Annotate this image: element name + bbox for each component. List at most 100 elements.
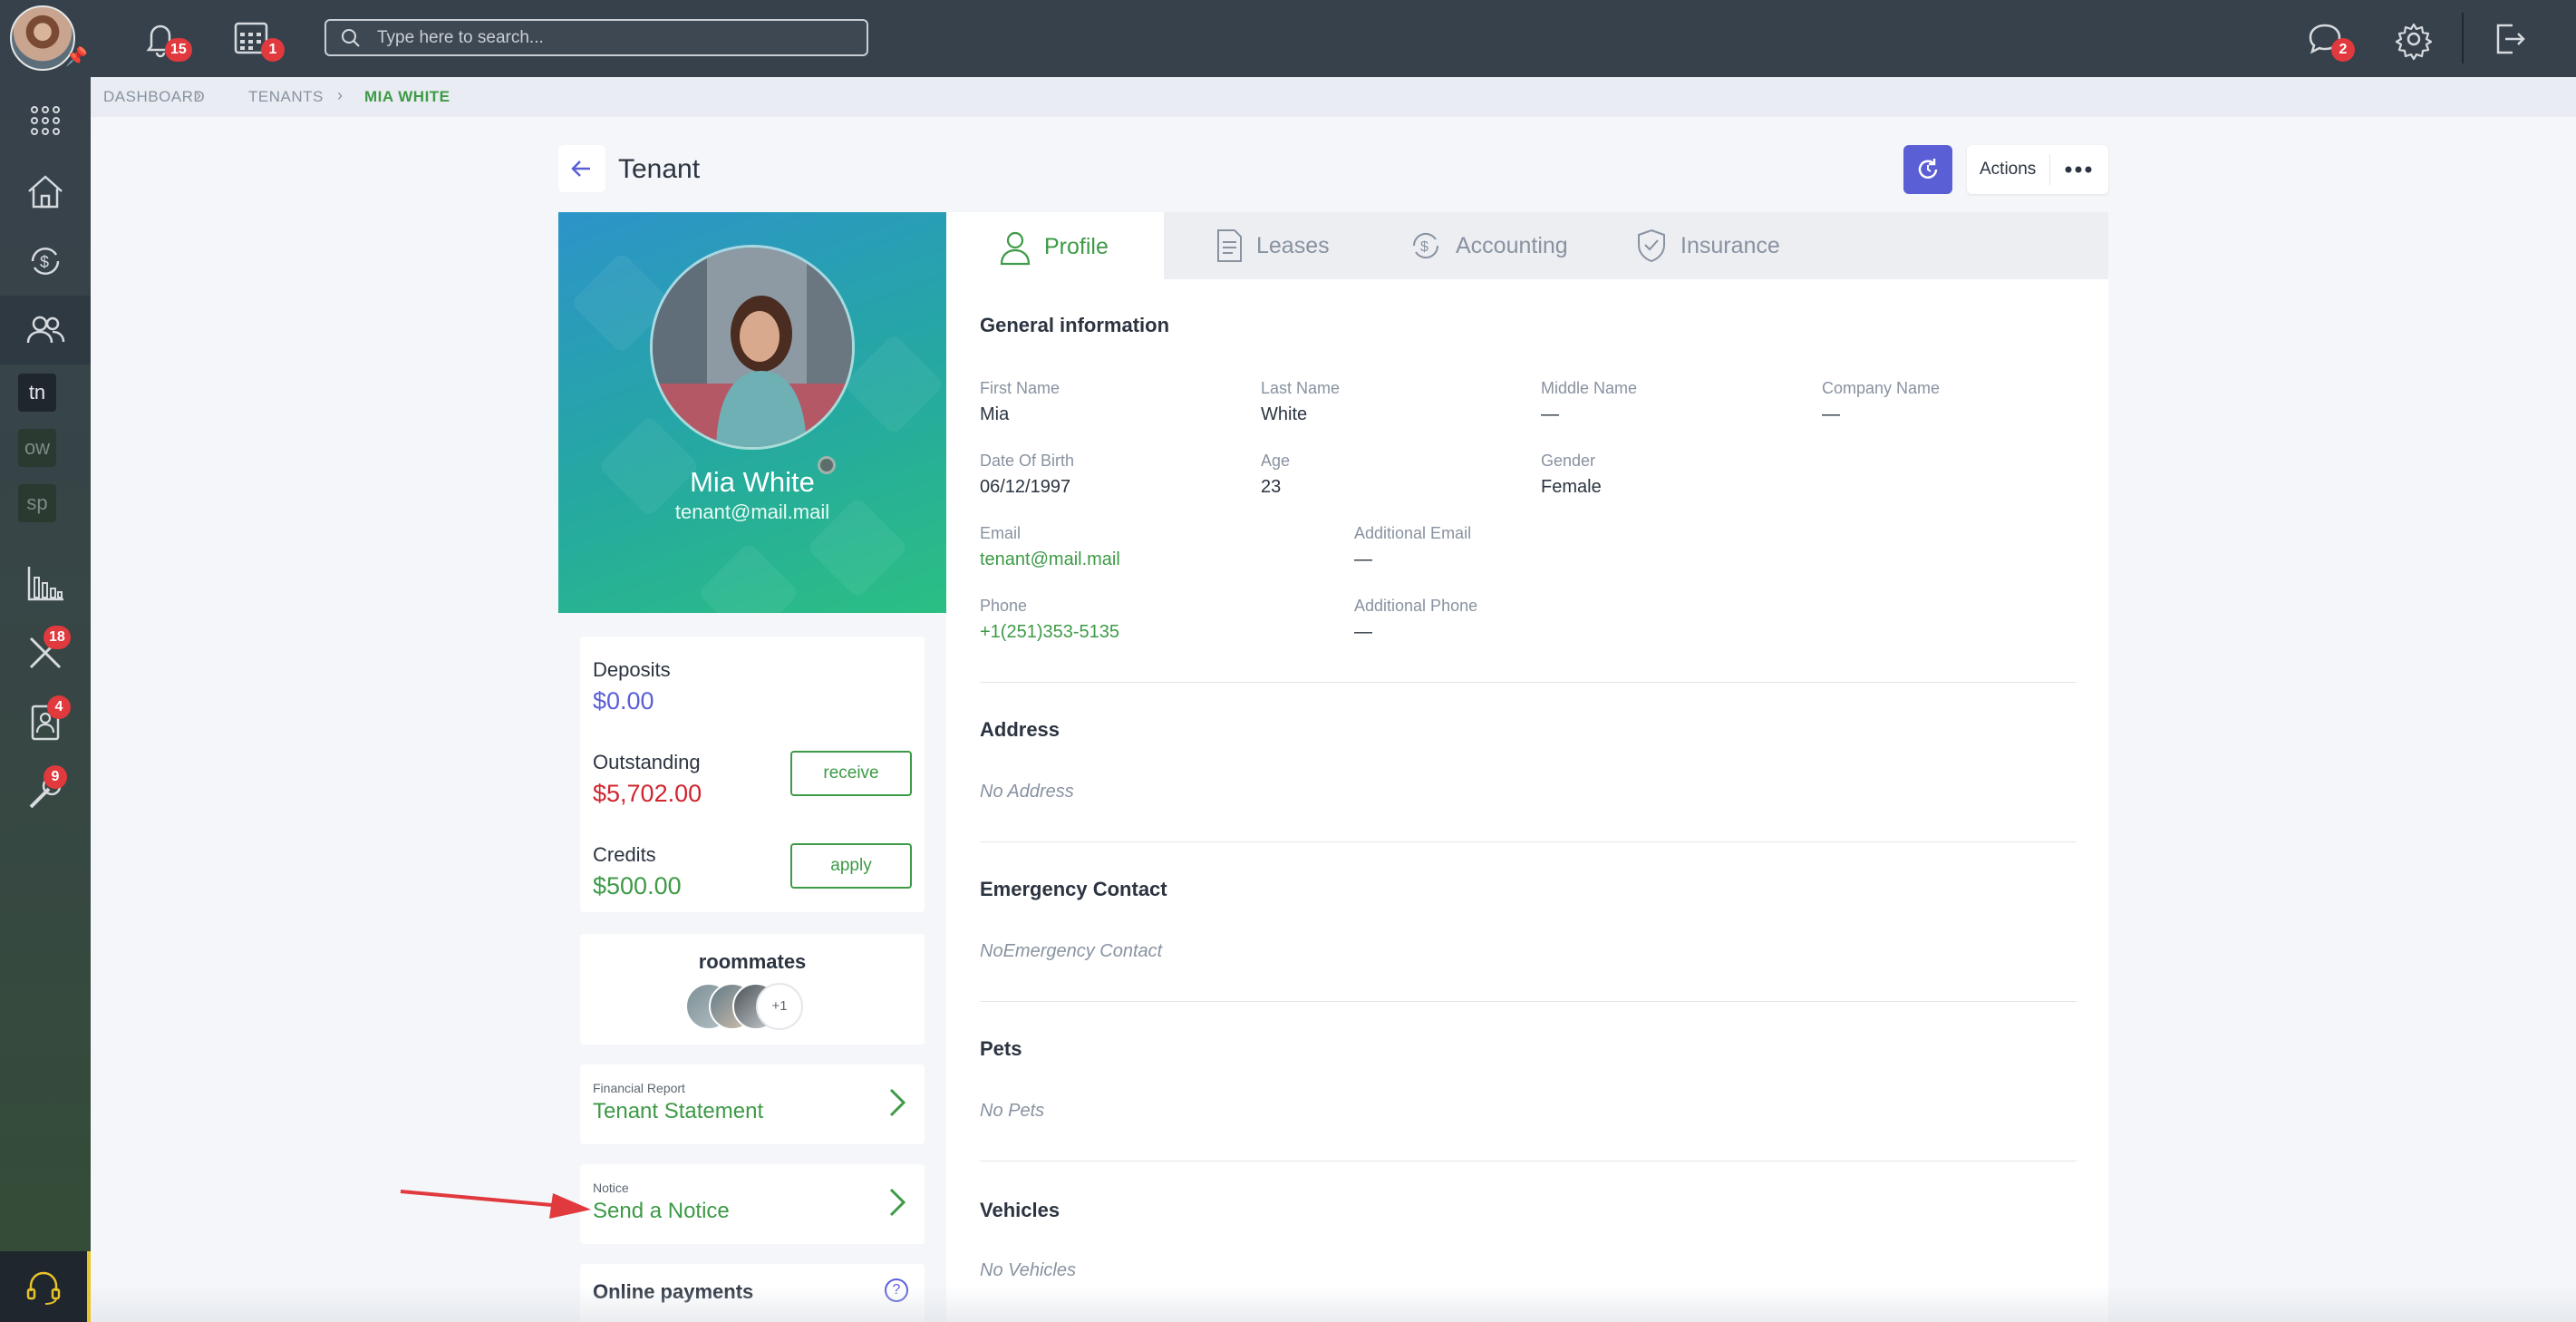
chevron-right-icon: [889, 1188, 906, 1217]
pin-icon[interactable]: 📌: [65, 45, 88, 68]
messages-button[interactable]: 2: [2302, 16, 2355, 62]
notifications-button[interactable]: 15: [138, 16, 192, 62]
search-input[interactable]: [377, 26, 848, 50]
sidebar-tag-label: sp: [26, 491, 48, 514]
finance-card: Deposits $0.00 Outstanding $5,702.00 rec…: [580, 637, 925, 912]
tab-leases[interactable]: Leases: [1215, 212, 1330, 279]
sidebar-item-accounting[interactable]: $: [0, 227, 91, 296]
svg-text:$: $: [1420, 239, 1428, 255]
send-notice-card[interactable]: Notice Send a Notice: [580, 1164, 925, 1244]
tab-label: Leases: [1256, 232, 1330, 258]
sidebar-item-contacts[interactable]: 4: [0, 688, 91, 757]
money-cycle-icon: $: [1412, 232, 1439, 259]
send-notice-link[interactable]: Send a Notice: [593, 1199, 730, 1224]
emergency-contact-title: Emergency Contact: [980, 878, 1167, 900]
dob-value: 06/12/1997: [980, 477, 1071, 497]
tenant-photo: [650, 245, 855, 450]
bottom-fade: [91, 1286, 2576, 1322]
actions-divider: [2049, 154, 2050, 185]
tools-badge: 9: [44, 765, 67, 789]
receive-button[interactable]: receive: [790, 751, 912, 796]
bar-chart-icon: [27, 567, 63, 601]
profile-panel: Profile Leases $ Accounting Insurance Ge…: [946, 212, 2108, 1322]
sidebar-item-properties[interactable]: [0, 157, 91, 226]
company-name-value: —: [1822, 404, 1840, 424]
gender-label: Gender: [1541, 452, 1596, 470]
breadcrumb-dashboard[interactable]: DASHBOARD: [103, 88, 205, 106]
tenant-statement-card[interactable]: Financial Report Tenant Statement: [580, 1064, 925, 1144]
vehicles-empty: No Vehicles: [980, 1260, 1076, 1280]
settings-button[interactable]: [2391, 16, 2436, 62]
svg-text:$: $: [40, 253, 49, 271]
decor-diamond: [697, 541, 800, 613]
age-value: 23: [1261, 477, 1282, 497]
contacts-badge: 4: [47, 695, 71, 719]
sidebar-item-maintenance[interactable]: 18: [0, 618, 91, 687]
calendar-button[interactable]: 1: [228, 16, 285, 62]
breadcrumb-separator: ›: [196, 86, 201, 104]
breadcrumb-current: MIA WHITE: [364, 88, 450, 105]
apps-grid-icon: [31, 106, 60, 135]
statement-link[interactable]: Tenant Statement: [593, 1099, 763, 1124]
breadcrumb: DASHBOARD › TENANTS › MIA WHITE: [91, 77, 2576, 117]
roommates-card: roommates +1: [580, 934, 925, 1045]
more-dots-icon: [2065, 166, 2092, 173]
credits-value: $500.00: [593, 872, 682, 899]
tab-bar: Profile Leases $ Accounting Insurance: [946, 212, 2108, 279]
search-icon: [342, 29, 360, 47]
section-divider: [980, 682, 2077, 683]
sidebar-item-ow[interactable]: ow: [18, 429, 56, 467]
profile-hero: Mia White tenant@mail.mail: [558, 212, 946, 613]
section-divider: [980, 841, 2077, 842]
gear-icon: [2395, 23, 2433, 61]
email-link[interactable]: tenant@mail.mail: [980, 549, 1120, 570]
calendar-badge: 1: [261, 38, 285, 62]
age-label: Age: [1261, 452, 1291, 470]
sidebar-tag-label: ow: [24, 436, 51, 459]
tenant-email[interactable]: tenant@mail.mail: [558, 501, 946, 524]
messages-badge: 2: [2331, 38, 2355, 62]
phone-link[interactable]: +1(251)353-5135: [980, 622, 1119, 643]
logout-button[interactable]: [2485, 16, 2531, 62]
tab-profile[interactable]: Profile: [946, 212, 1164, 279]
annotation-arrow: [400, 1190, 591, 1219]
sidebar: $ tn ow sp 18 4 9: [0, 77, 91, 1322]
support-button[interactable]: [0, 1251, 91, 1322]
sidebar-item-tn[interactable]: tn: [18, 374, 56, 412]
back-button[interactable]: [558, 145, 605, 192]
headset-icon: [26, 1271, 61, 1305]
topbar-divider: [2462, 13, 2464, 63]
apply-button[interactable]: apply: [790, 843, 912, 889]
arrow-left-icon: [571, 160, 590, 177]
user-icon: [1000, 231, 1031, 265]
additional-phone-label: Additional Phone: [1354, 597, 1478, 615]
section-divider: [980, 1161, 2077, 1162]
tab-accounting[interactable]: $ Accounting: [1409, 212, 1568, 279]
logout-icon: [2496, 24, 2525, 54]
actions-label: Actions: [1980, 160, 2037, 179]
sidebar-item-apps[interactable]: [0, 86, 91, 155]
first-name-value: Mia: [980, 404, 1010, 424]
sidebar-item-people[interactable]: [0, 296, 91, 365]
sidebar-item-sp[interactable]: sp: [18, 484, 56, 522]
breadcrumb-tenants[interactable]: TENANTS: [248, 88, 324, 106]
actions-menu[interactable]: Actions: [1967, 145, 2108, 194]
history-button[interactable]: [1903, 145, 1952, 194]
search-box[interactable]: [324, 19, 868, 56]
outstanding-label: Outstanding: [593, 751, 701, 773]
tab-insurance[interactable]: Insurance: [1635, 212, 1780, 279]
first-name-label: First Name: [980, 379, 1060, 397]
sidebar-tag-label: tn: [28, 381, 46, 403]
additional-email-label: Additional Email: [1354, 524, 1472, 542]
breadcrumb-separator: ›: [337, 86, 343, 104]
sidebar-item-reports[interactable]: [0, 549, 91, 617]
sidebar-item-tools[interactable]: 9: [0, 758, 91, 827]
notifications-badge: 15: [165, 38, 192, 62]
deposits-label: Deposits: [593, 658, 671, 681]
document-icon: [1217, 229, 1242, 262]
page-title: Tenant: [618, 154, 701, 184]
shield-icon: [1638, 228, 1665, 263]
roommates-more[interactable]: +1: [756, 983, 803, 1030]
chevron-right-icon: [889, 1088, 906, 1117]
statement-caption: Financial Report: [593, 1081, 685, 1095]
